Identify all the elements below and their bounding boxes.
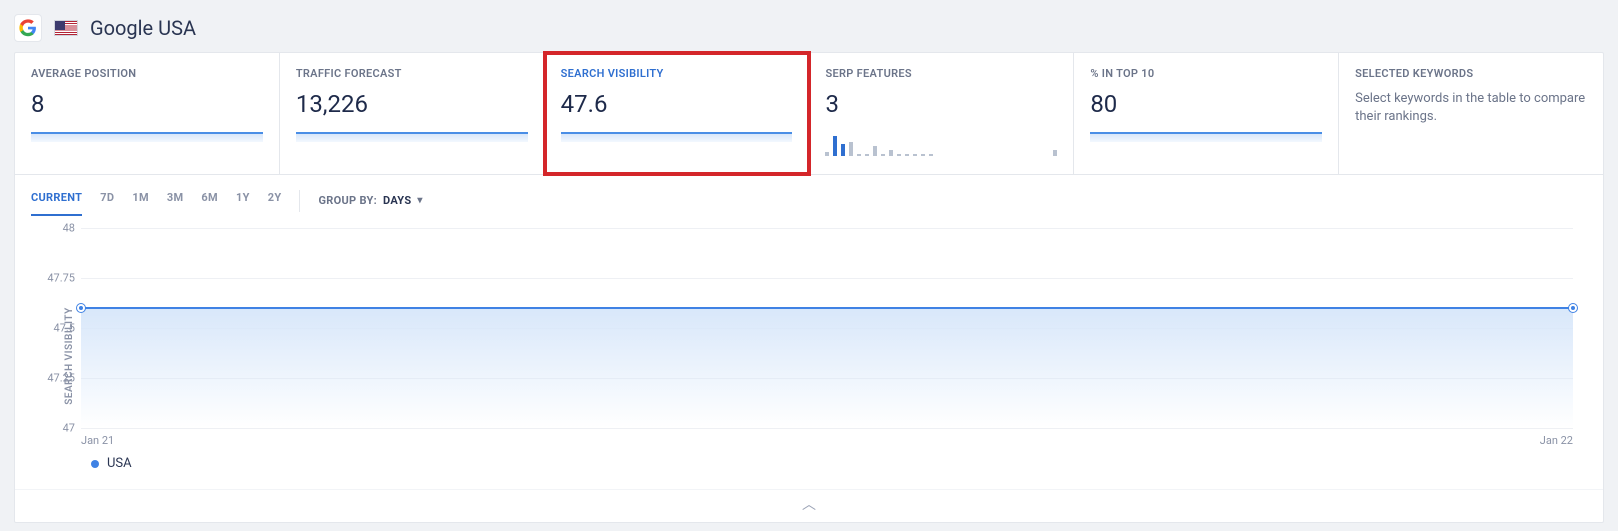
card-average-position[interactable]: AVERAGE POSITION 8 [15, 53, 280, 174]
card-traffic-forecast[interactable]: TRAFFIC FORECAST 13,226 [280, 53, 545, 174]
card-hint: Select keywords in the table to compare … [1355, 90, 1587, 126]
main-panel: AVERAGE POSITION 8 TRAFFIC FORECAST 13,2… [14, 52, 1604, 523]
page-title: Google USA [90, 16, 196, 40]
chart-legend: USA [45, 428, 1573, 479]
chevron-down-icon: ▾ [417, 195, 422, 206]
chart-data-point[interactable] [77, 304, 85, 312]
sparkline [1090, 132, 1322, 142]
range-tab-current[interactable]: CURRENT [31, 185, 82, 216]
card-search-visibility[interactable]: SEARCH VISIBILITY 47.6 [545, 53, 810, 174]
legend-item-usa[interactable]: USA [91, 456, 132, 471]
group-by-value: DAYS [383, 194, 411, 207]
x-tick-label: Jan 22 [1540, 434, 1573, 447]
card-selected-keywords: SELECTED KEYWORDS Select keywords in the… [1339, 53, 1603, 174]
collapse-chevron[interactable]: ︿ [15, 489, 1603, 522]
card-label: TRAFFIC FORECAST [296, 67, 528, 80]
sparkline [561, 132, 793, 142]
y-tick-label: 48 [39, 222, 75, 235]
chart-plot: 4747.2547.547.7548Jan 21Jan 22 [81, 228, 1573, 428]
group-by-dropdown[interactable]: GROUP BY: DAYS ▾ [318, 194, 422, 207]
google-logo-icon [14, 14, 42, 42]
card-label: % IN TOP 10 [1090, 67, 1322, 80]
gridline [81, 428, 1573, 429]
card-label: SERP FEATURES [825, 67, 1057, 80]
card-serp-features[interactable]: SERP FEATURES 3 [809, 53, 1074, 174]
y-tick-label: 47 [39, 422, 75, 435]
card-value: 13,226 [296, 90, 528, 118]
range-tab-6m[interactable]: 6M [201, 185, 218, 216]
sparkline [296, 132, 528, 142]
card-label: AVERAGE POSITION [31, 67, 263, 80]
usa-flag-icon [54, 20, 78, 36]
chart-data-point[interactable] [1569, 304, 1577, 312]
card-value: 3 [825, 90, 1057, 118]
y-tick-label: 47.5 [39, 322, 75, 335]
legend-swatch [91, 460, 99, 468]
range-tab-2y[interactable]: 2Y [268, 185, 282, 216]
sparkline [31, 132, 263, 142]
card-value: 47.6 [561, 90, 793, 118]
chart-area-fill [81, 308, 1573, 428]
serp-bars [825, 132, 1057, 156]
y-tick-label: 47.75 [39, 272, 75, 285]
chart-line [81, 307, 1573, 309]
page-header: Google USA [0, 0, 1618, 52]
chart-controls: CURRENT 7D 1M 3M 6M 1Y 2Y GROUP BY: DAYS… [15, 175, 1603, 222]
chart-area: SEARCH VISIBILITY 4747.2547.547.7548Jan … [15, 222, 1603, 489]
y-tick-label: 47.25 [39, 372, 75, 385]
metric-cards-row: AVERAGE POSITION 8 TRAFFIC FORECAST 13,2… [15, 53, 1603, 175]
range-tab-1y[interactable]: 1Y [236, 185, 250, 216]
card-pct-top10[interactable]: % IN TOP 10 80 [1074, 53, 1339, 174]
range-tab-3m[interactable]: 3M [167, 185, 184, 216]
card-value: 80 [1090, 90, 1322, 118]
chevron-up-icon: ︿ [802, 497, 816, 513]
card-label: SEARCH VISIBILITY [561, 67, 793, 80]
group-by-label: GROUP BY: [318, 194, 377, 207]
x-tick-label: Jan 21 [81, 434, 114, 447]
range-tab-7d[interactable]: 7D [100, 185, 114, 216]
range-tabs: CURRENT 7D 1M 3M 6M 1Y 2Y [31, 185, 281, 216]
card-value: 8 [31, 90, 263, 118]
gridline [81, 278, 1573, 279]
legend-label: USA [107, 456, 132, 471]
gridline [81, 228, 1573, 229]
card-label: SELECTED KEYWORDS [1355, 67, 1587, 80]
range-tab-1m[interactable]: 1M [132, 185, 149, 216]
divider [299, 190, 300, 212]
